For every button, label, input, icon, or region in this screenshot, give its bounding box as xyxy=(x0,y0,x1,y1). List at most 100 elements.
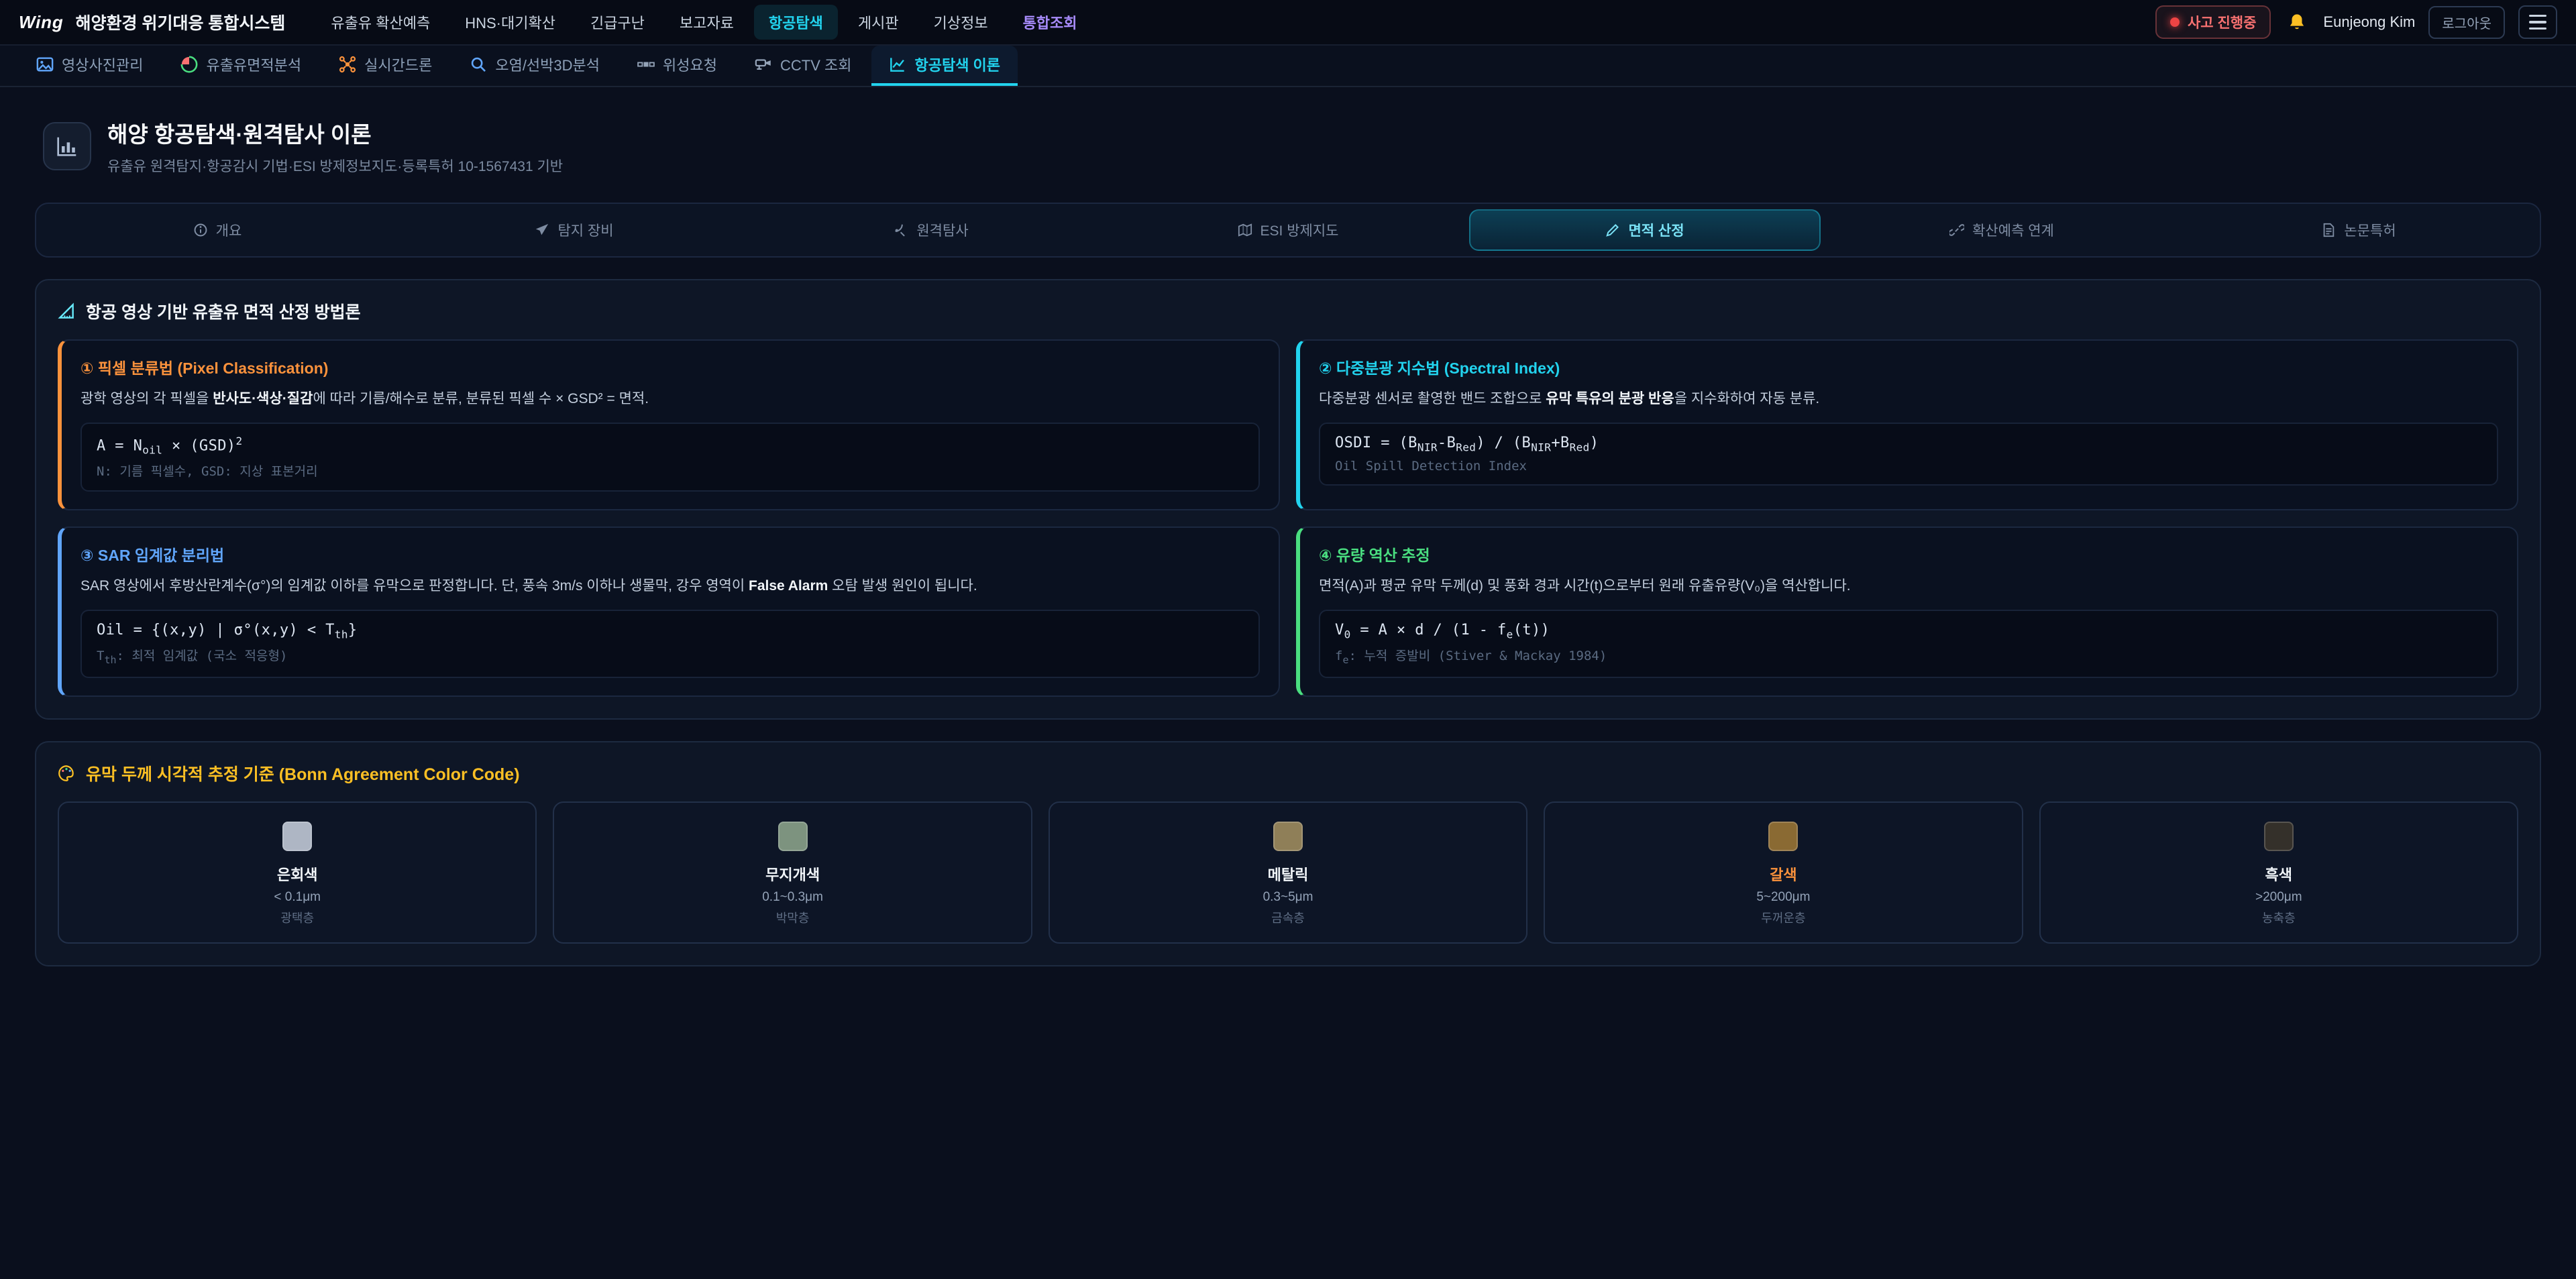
method-card-sar-threshold: ③ SAR 임계값 분리법 SAR 영상에서 후방산란계수(σ°)의 임계값 이… xyxy=(58,526,1280,697)
area-analysis-icon xyxy=(180,56,198,73)
thickness-name: 무지개색 xyxy=(565,863,1020,885)
nav-item-integrated-search[interactable]: 통합조회 xyxy=(1008,5,1092,40)
nav-item-spill-forecast[interactable]: 유출유 확산예측 xyxy=(316,5,445,40)
incident-badge-label: 사고 진행중 xyxy=(2188,12,2256,32)
method-description: 면적(A)과 평균 유막 두께(d) 및 풍화 경과 시간(t)으로부터 원래 … xyxy=(1319,575,2498,598)
link-icon xyxy=(1949,223,1964,237)
thickness-range: >200μm xyxy=(2051,890,2506,905)
thickness-grid: 은회색 < 0.1μm 광택층 무지개색 0.1~0.3μm 박막층 메탈릭 0… xyxy=(58,801,2518,944)
thickness-card-black: 흑색 >200μm 농축층 xyxy=(2039,801,2518,944)
formula-note: fe: 누적 증발비 (Stiver & Mackay 1984) xyxy=(1335,646,2482,666)
method-formula-block: A = Noil × (GSD)2 N: 기름 픽셀수, GSD: 지상 표본거… xyxy=(80,423,1260,492)
plane-icon xyxy=(535,223,549,237)
tab-papers-patents[interactable]: 논문특허 xyxy=(2183,209,2534,251)
subnav-item-ship-3d[interactable]: 오염/선박3D분석 xyxy=(452,46,617,86)
subnav-label: 유출유면적분석 xyxy=(206,54,301,75)
method-formula-block: V0 = A × d / (1 - fe(t)) fe: 누적 증발비 (Sti… xyxy=(1319,610,2498,678)
method-card-volume-inversion: ④ 유량 역산 추정 면적(A)과 평균 유막 두께(d) 및 풍화 경과 시간… xyxy=(1296,526,2518,697)
app-title: 해양환경 위기대응 통합시스템 xyxy=(76,10,286,34)
pencil-icon xyxy=(1605,223,1620,237)
image-icon xyxy=(36,56,54,73)
incident-status-badge[interactable]: 사고 진행중 xyxy=(2155,5,2271,39)
page-subtitle: 유출유 원격탐지·항공감시 기법·ESI 방제정보지도·등록특허 10-1567… xyxy=(107,156,563,176)
tab-label: 개요 xyxy=(216,220,242,240)
thickness-layer-label: 금속층 xyxy=(1061,909,1515,926)
color-swatch xyxy=(1273,822,1303,851)
map-icon xyxy=(1238,223,1252,237)
tab-detection-equipment[interactable]: 탐지 장비 xyxy=(398,209,750,251)
nav-item-hns[interactable]: HNS·대기확산 xyxy=(450,5,570,40)
notifications-button[interactable] xyxy=(2284,9,2310,35)
method-description: SAR 영상에서 후방산란계수(σ°)의 임계값 이하를 유막으로 판정합니다.… xyxy=(80,575,1260,598)
color-swatch xyxy=(1768,822,1798,851)
tab-overview[interactable]: 개요 xyxy=(42,209,393,251)
section-title-text: 유막 두께 시각적 추정 기준 (Bonn Agreement Color Co… xyxy=(86,761,520,785)
thickness-panel: 유막 두께 시각적 추정 기준 (Bonn Agreement Color Co… xyxy=(35,741,2541,966)
method-formula-block: OSDI = (BNIR-BRed) / (BNIR+BRed) Oil Spi… xyxy=(1319,423,2498,486)
subnav-item-satellite-request[interactable]: 위성요청 xyxy=(620,46,735,86)
subnav-item-live-drone[interactable]: 실시간드론 xyxy=(321,46,449,86)
nav-item-weather[interactable]: 기상정보 xyxy=(919,5,1003,40)
subnav-label: CCTV 조회 xyxy=(780,54,851,75)
tab-label: 탐지 장비 xyxy=(557,220,613,240)
thickness-range: 0.1~0.3μm xyxy=(565,890,1020,905)
thickness-range: < 0.1μm xyxy=(70,890,525,905)
tab-diffusion-link[interactable]: 확산예측 연계 xyxy=(1826,209,2178,251)
formula: A = Noil × (GSD)2 xyxy=(97,435,1244,457)
nav-item-rescue[interactable]: 긴급구난 xyxy=(576,5,659,40)
formula-note: Tth: 최적 임계값 (국소 적응형) xyxy=(97,646,1244,666)
thickness-name: 메탈릭 xyxy=(1061,863,1515,885)
formula: OSDI = (BNIR-BRed) / (BNIR+BRed) xyxy=(1335,435,2482,453)
overview-icon xyxy=(193,223,208,237)
tab-esi-map[interactable]: ESI 방제지도 xyxy=(1112,209,1464,251)
subnav-item-theory[interactable]: 항공탐색 이론 xyxy=(871,46,1018,86)
theory-chart-icon xyxy=(889,56,906,73)
color-swatch xyxy=(778,822,808,851)
tab-label: 면적 산정 xyxy=(1628,220,1684,240)
formula-note: N: 기름 픽셀수, GSD: 지상 표본거리 xyxy=(97,461,1244,480)
ruler-icon xyxy=(58,302,75,320)
nav-item-reports[interactable]: 보고자료 xyxy=(665,5,749,40)
tab-label: ESI 방제지도 xyxy=(1260,220,1339,240)
thickness-card-silver-gray: 은회색 < 0.1μm 광택층 xyxy=(58,801,537,944)
method-card-pixel-classification: ① 픽셀 분류법 (Pixel Classification) 광학 영상의 각… xyxy=(58,339,1280,510)
subnav-label: 영상사진관리 xyxy=(62,54,143,75)
page-title: 해양 항공탐색·원격탐사 이론 xyxy=(107,117,563,149)
thickness-name: 흑색 xyxy=(2051,863,2506,885)
subnav-item-cctv[interactable]: CCTV 조회 xyxy=(737,46,869,86)
color-swatch xyxy=(282,822,312,851)
bell-icon xyxy=(2287,12,2307,32)
drone-icon xyxy=(339,56,356,73)
thickness-name: 갈색 xyxy=(1556,863,2010,885)
thickness-layer-label: 박막층 xyxy=(565,909,1020,926)
theory-tabbar: 개요 탐지 장비 원격탐사 ESI 방제지도 면적 산정 확산예측 연계 논문특… xyxy=(35,203,2541,258)
thickness-card-brown: 갈색 5~200μm 두꺼운층 xyxy=(1544,801,2023,944)
satellite-icon xyxy=(637,56,655,73)
nav-item-board[interactable]: 게시판 xyxy=(843,5,914,40)
method-description: 광학 영상의 각 픽셀을 반사도·색상·질감에 따라 기름/해수로 분류, 분류… xyxy=(80,388,1260,410)
logout-button[interactable]: 로그아웃 xyxy=(2428,6,2505,39)
section-title-text: 항공 영상 기반 유출유 면적 산정 방법론 xyxy=(86,299,361,323)
method-title: ② 다중분광 지수법 (Spectral Index) xyxy=(1319,355,2498,378)
formula: Oil = {(x,y) | σ°(x,y) < Tth} xyxy=(97,622,1244,641)
method-formula-block: Oil = {(x,y) | σ°(x,y) < Tth} Tth: 최적 임계… xyxy=(80,610,1260,678)
main-menu: 유출유 확산예측 HNS·대기확산 긴급구난 보고자료 항공탐색 게시판 기상정… xyxy=(316,5,1091,40)
method-card-spectral-index: ② 다중분광 지수법 (Spectral Index) 다중분광 센서로 촬영한… xyxy=(1296,339,2518,510)
subnav-label: 실시간드론 xyxy=(364,54,432,75)
thickness-range: 0.3~5μm xyxy=(1061,890,1515,905)
subnav-item-area-analysis[interactable]: 유출유면적분석 xyxy=(163,46,319,86)
tab-label: 논문특허 xyxy=(2344,220,2396,240)
tab-label: 원격탐사 xyxy=(916,220,968,240)
tab-remote-sensing[interactable]: 원격탐사 xyxy=(755,209,1107,251)
cctv-icon xyxy=(755,56,772,73)
hamburger-menu-icon[interactable] xyxy=(2518,5,2557,39)
thickness-name: 은회색 xyxy=(70,863,525,885)
subnav-item-image-management[interactable]: 영상사진관리 xyxy=(19,46,160,86)
incident-dot-icon xyxy=(2170,17,2180,27)
method-title: ① 픽셀 분류법 (Pixel Classification) xyxy=(80,355,1260,378)
method-title: ④ 유량 역산 추정 xyxy=(1319,543,2498,565)
tab-area-calculation[interactable]: 면적 산정 xyxy=(1469,209,1821,251)
thickness-layer-label: 광택층 xyxy=(70,909,525,926)
thickness-layer-label: 농축층 xyxy=(2051,909,2506,926)
nav-item-aerial-search[interactable]: 항공탐색 xyxy=(754,5,838,40)
